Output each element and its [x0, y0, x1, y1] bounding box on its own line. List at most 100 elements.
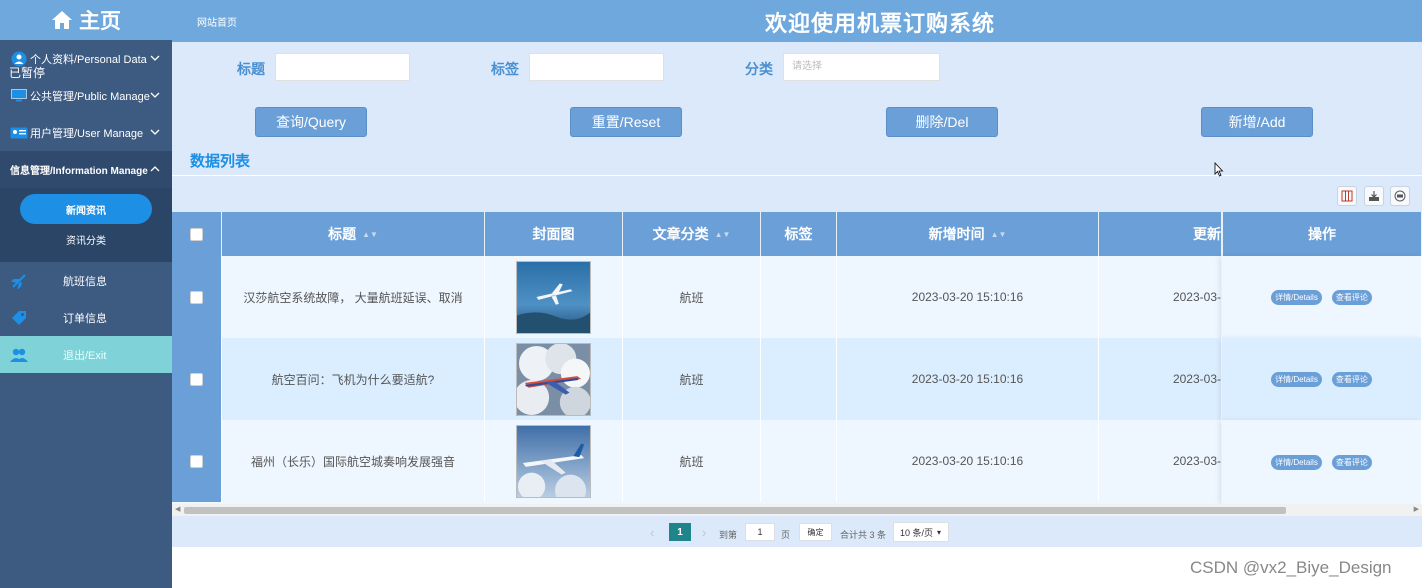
title-filter-input[interactable]: [275, 53, 410, 81]
cover-image: [516, 342, 591, 416]
main-content: 标题 标签 分类 请选择 查询/Query 重置/Reset 删除/Del 新增…: [172, 42, 1422, 588]
cell-updated: 2023-03-: [1099, 420, 1222, 502]
header-ops: 操作: [1222, 212, 1422, 256]
header-updated: 更新: [1099, 212, 1222, 256]
cell-cover: [485, 256, 623, 338]
cell-ops: 详情/Details 查看评论: [1222, 338, 1422, 420]
search-form: 标题 标签 分类 请选择: [172, 53, 1422, 81]
pagination: ‹ 1 › 到第 1 页 确定 合计共 3 条 10 条/页 ▾: [172, 522, 1422, 546]
tag-filter-label: 标签: [491, 61, 519, 77]
view-comments-button[interactable]: 查看评论: [1331, 454, 1372, 470]
tag-icon: [10, 309, 28, 327]
cell-cover: [485, 338, 623, 420]
cell-ops: 详情/Details 查看评论: [1222, 256, 1422, 338]
chevron-up-icon: [150, 164, 164, 175]
submenu-item-news[interactable]: 新闻资讯: [20, 194, 152, 224]
sidebar-item-public-manage[interactable]: 公共管理/Public Manage: [0, 77, 172, 114]
cell-created: 2023-03-20 15:10:16: [837, 420, 1099, 502]
table-row: 汉莎航空系统故障， 大量航班延误、取消 航班 2023-03-20 15:10:…: [172, 256, 1422, 338]
sort-icon[interactable]: ▲▼: [362, 230, 378, 239]
cell-tag: [761, 256, 837, 338]
category-select[interactable]: 请选择: [783, 53, 940, 81]
cell-tag: [761, 338, 837, 420]
cell-category: 航班: [623, 338, 761, 420]
table-row: 福州（长乐）国际航空城奏响发展强音 航班 2023-03-20 15:10:16…: [172, 420, 1422, 504]
details-button[interactable]: 详情/Details: [1271, 371, 1322, 387]
app-root: 主页 个人资料/Personal Data 已暂停 公共管理/Public Ma…: [0, 0, 1422, 588]
scroll-right-icon[interactable]: ▶: [1414, 505, 1419, 513]
goto-page-input[interactable]: 1: [745, 523, 775, 541]
cell-category: 航班: [623, 256, 761, 338]
view-comments-button[interactable]: 查看评论: [1331, 371, 1372, 387]
header-category[interactable]: 文章分类 ▲▼: [623, 212, 761, 256]
cell-tag: [761, 420, 837, 502]
submenu-item-news-category[interactable]: 资讯分类: [20, 224, 152, 254]
table-header: 标题 ▲▼ 封面图 文章分类 ▲▼ 标签 新增时间 ▲▼ 更新 操作: [172, 212, 1422, 256]
details-button[interactable]: 详情/Details: [1271, 289, 1322, 305]
cell-created: 2023-03-20 15:10:16: [837, 256, 1099, 338]
data-list-title: 数据列表: [190, 153, 251, 170]
monitor-icon: [10, 89, 28, 103]
delete-button[interactable]: 删除/Del: [886, 107, 998, 137]
chevron-down-icon: [150, 53, 164, 64]
scroll-left-icon[interactable]: ◀: [175, 505, 180, 513]
sidebar-item-orders[interactable]: 订单信息: [0, 299, 172, 336]
cover-image: [516, 424, 591, 498]
page-number-current[interactable]: 1: [669, 523, 691, 541]
header-title[interactable]: 标题 ▲▼: [222, 212, 485, 256]
cell-category: 航班: [623, 420, 761, 502]
cover-image: [516, 260, 591, 334]
goto-label: 到第: [719, 530, 738, 540]
tag-filter-input[interactable]: [529, 53, 664, 81]
sidebar-item-user-manage[interactable]: 用户管理/User Manage: [0, 114, 172, 151]
cell-created: 2023-03-20 15:10:16: [837, 338, 1099, 420]
cell-title: 航空百问：飞机为什么要适航?: [222, 338, 485, 420]
divider: [172, 175, 1422, 176]
chevron-down-icon: [150, 127, 164, 138]
mouse-cursor-icon: [1214, 161, 1224, 182]
users-icon: [10, 347, 28, 363]
cell-cover: [485, 420, 623, 502]
sidebar-item-label: 公共管理/Public Manage: [30, 90, 150, 103]
prev-page-icon[interactable]: ‹: [650, 525, 654, 540]
export-icon[interactable]: [1364, 186, 1384, 206]
view-comments-button[interactable]: 查看评论: [1331, 289, 1372, 305]
print-icon[interactable]: [1390, 186, 1410, 206]
row-select-cell: [172, 338, 222, 420]
sidebar-brand[interactable]: 主页: [0, 0, 172, 40]
sidebar-item-flights[interactable]: 航班信息: [0, 262, 172, 299]
select-all-checkbox[interactable]: [190, 227, 203, 241]
cell-title: 福州（长乐）国际航空城奏响发展强音: [222, 420, 485, 502]
scrollbar-thumb[interactable]: [184, 507, 1286, 514]
columns-icon[interactable]: [1337, 186, 1357, 206]
row-checkbox[interactable]: [190, 454, 203, 468]
horizontal-scrollbar[interactable]: ◀ ▶: [172, 504, 1422, 516]
brand-label: 主页: [79, 10, 121, 33]
details-button[interactable]: 详情/Details: [1271, 454, 1322, 470]
cell-updated: 2023-03-: [1099, 338, 1222, 420]
reset-button[interactable]: 重置/Reset: [570, 107, 682, 137]
header-select-cell: [172, 212, 222, 256]
watermark: CSDN @vx2_Biye_Design: [1190, 558, 1392, 577]
page-size-select[interactable]: 10 条/页 ▾: [893, 522, 949, 542]
header-created[interactable]: 新增时间 ▲▼: [837, 212, 1099, 256]
query-button[interactable]: 查询/Query: [255, 107, 367, 137]
page-unit-label: 页: [781, 530, 791, 540]
data-table: 标题 ▲▼ 封面图 文章分类 ▲▼ 标签 新增时间 ▲▼ 更新 操作 汉莎航空系统故障…: [172, 212, 1422, 504]
next-page-icon[interactable]: ›: [702, 525, 706, 540]
sidebar-item-label: 信息管理/Information Manage: [10, 166, 148, 177]
header-cover: 封面图: [485, 212, 623, 256]
sidebar-item-information-manage[interactable]: 信息管理/Information Manage: [0, 151, 172, 188]
sidebar-item-exit[interactable]: 退出/Exit: [0, 336, 172, 373]
row-checkbox[interactable]: [190, 290, 203, 304]
sort-icon[interactable]: ▲▼: [715, 230, 731, 239]
goto-confirm-button[interactable]: 确定: [799, 523, 832, 541]
breadcrumb[interactable]: 网站首页: [197, 14, 237, 29]
sort-icon[interactable]: ▲▼: [991, 230, 1007, 239]
add-button[interactable]: 新增/Add: [1201, 107, 1313, 137]
header-tag: 标签: [761, 212, 837, 256]
row-checkbox[interactable]: [190, 372, 203, 386]
top-header: 网站首页 欢迎使用机票订购系统: [172, 0, 1422, 42]
cell-title: 汉莎航空系统故障， 大量航班延误、取消: [222, 256, 485, 338]
submenu: 新闻资讯 资讯分类: [0, 188, 172, 262]
